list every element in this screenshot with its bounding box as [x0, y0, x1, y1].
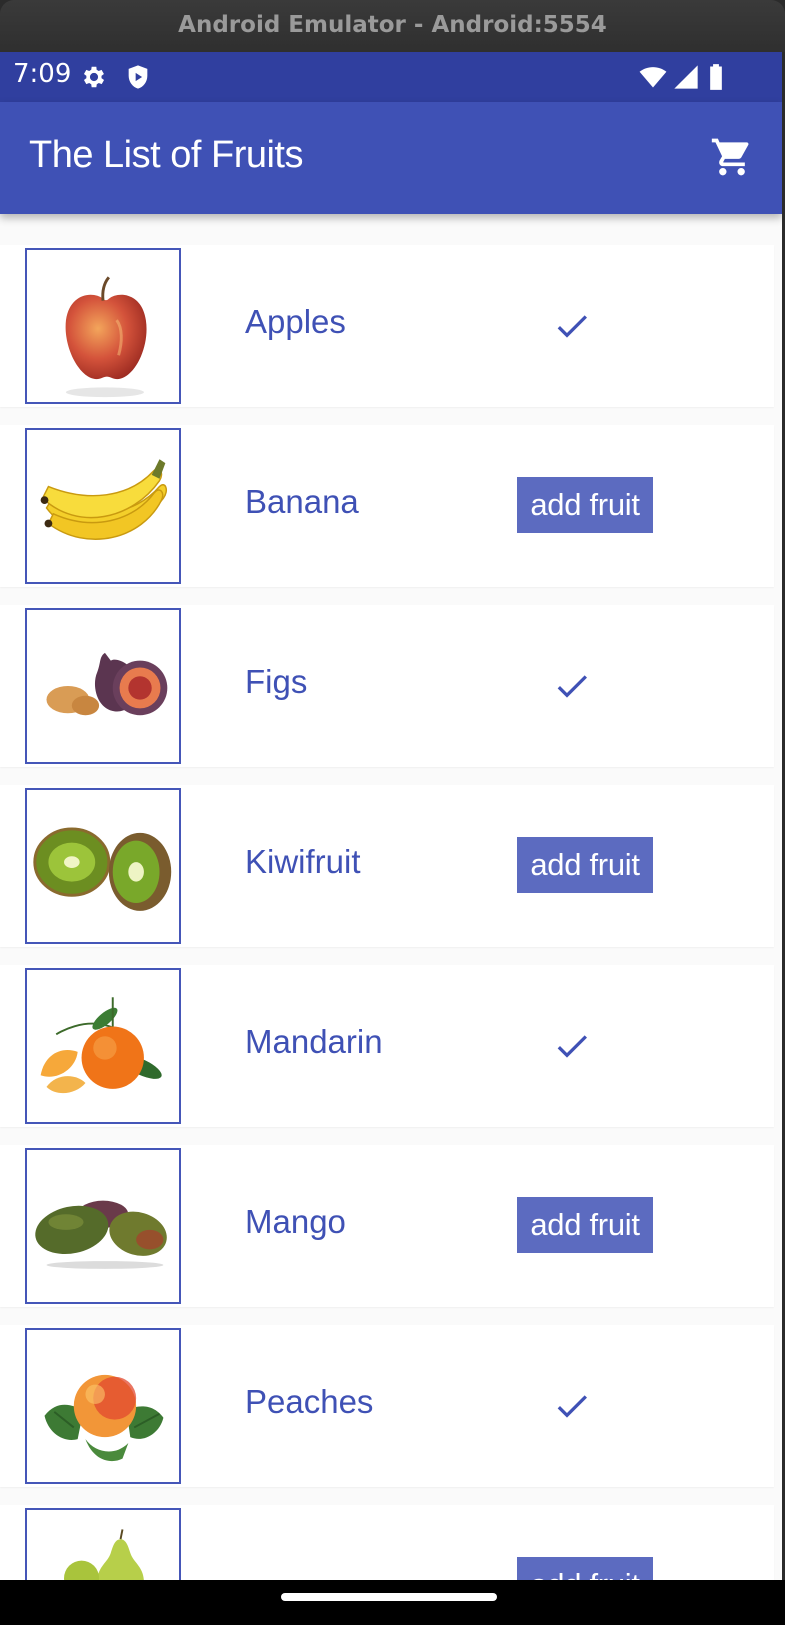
- emulator-window: Android Emulator - Android:5554 7:09 The…: [0, 0, 785, 1625]
- fruit-name: Banana: [245, 483, 359, 520]
- list-item[interactable]: Peaches: [0, 1325, 774, 1487]
- check-icon: [552, 1386, 592, 1426]
- fruit-list[interactable]: Apples Banana add fruit Figs Kiwifruit a…: [0, 245, 782, 1580]
- shield-icon: [124, 63, 152, 91]
- fruit-image-figs: [25, 608, 181, 764]
- emulator-title: Android Emulator - Android:5554: [0, 0, 785, 52]
- check-icon: [552, 666, 592, 706]
- fruit-name: Apples: [245, 303, 346, 340]
- fruit-image-banana: [25, 428, 181, 584]
- cart-icon[interactable]: [710, 135, 754, 179]
- fruit-image-mandarin: [25, 968, 181, 1124]
- list-item[interactable]: Apples: [0, 245, 774, 407]
- fruit-name: Mandarin: [245, 1023, 383, 1060]
- navigation-bar: [0, 1580, 785, 1625]
- fruit-name: Mango: [245, 1203, 346, 1240]
- wifi-icon: [637, 63, 669, 91]
- app-title: The List of Fruits: [29, 134, 303, 176]
- list-item[interactable]: Kiwifruit add fruit: [0, 785, 774, 947]
- add-fruit-button[interactable]: add fruit: [517, 1197, 653, 1253]
- app-bar: The List of Fruits: [0, 102, 782, 214]
- add-fruit-button[interactable]: add fruit: [517, 1557, 653, 1580]
- home-gesture-handle[interactable]: [281, 1593, 497, 1601]
- battery-icon: [706, 63, 726, 91]
- fruit-image-peaches: [25, 1328, 181, 1484]
- fruit-image-mango: [25, 1148, 181, 1304]
- add-fruit-button[interactable]: add fruit: [517, 477, 653, 533]
- fruit-name: Kiwifruit: [245, 843, 361, 880]
- fruit-name: Figs: [245, 663, 308, 700]
- fruit-image-apples: [25, 248, 181, 404]
- gear-icon: [80, 63, 108, 91]
- check-icon: [552, 1026, 592, 1066]
- list-item[interactable]: Figs: [0, 605, 774, 767]
- add-fruit-button[interactable]: add fruit: [517, 837, 653, 893]
- list-item[interactable]: Mandarin: [0, 965, 774, 1127]
- list-item[interactable]: Banana add fruit: [0, 425, 774, 587]
- phone-screen: 7:09 The List of Fruits Apples Banana ad…: [0, 52, 782, 1580]
- signal-icon: [672, 63, 700, 91]
- fruit-image-pears: [25, 1508, 181, 1580]
- fruit-image-kiwifruit: [25, 788, 181, 944]
- list-item[interactable]: add fruit: [0, 1505, 774, 1580]
- list-item[interactable]: Mango add fruit: [0, 1145, 774, 1307]
- check-icon: [552, 306, 592, 346]
- status-time: 7:09: [13, 59, 72, 89]
- fruit-name: Peaches: [245, 1383, 374, 1420]
- status-bar: 7:09: [0, 52, 782, 102]
